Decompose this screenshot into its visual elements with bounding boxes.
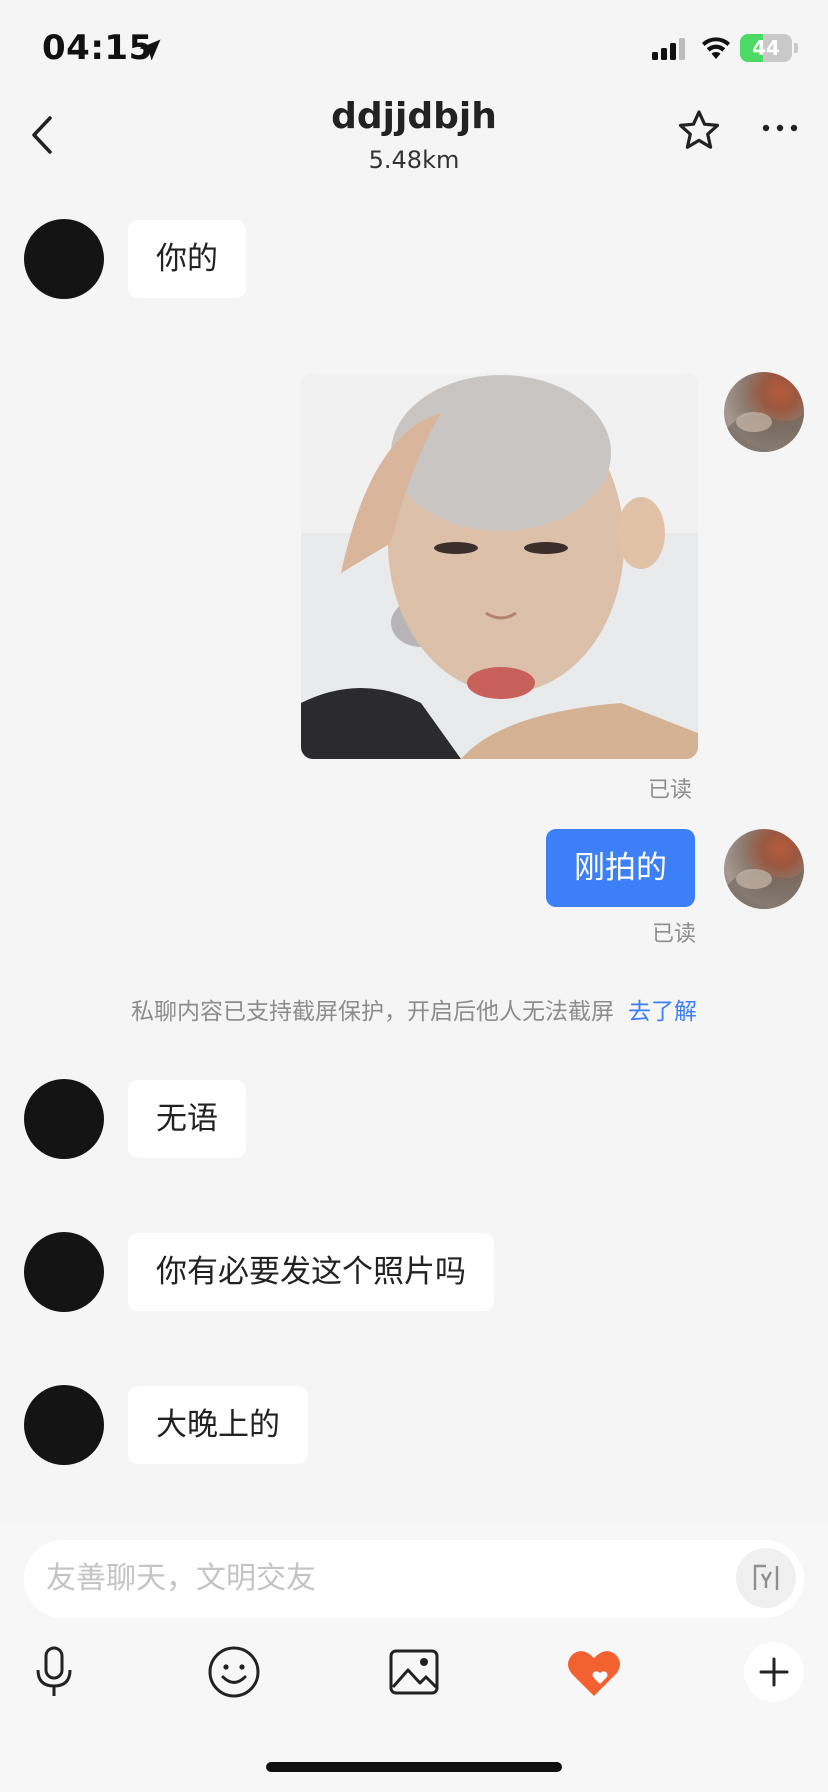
screenshot-protection-notice: 私聊内容已支持截屏保护，开启后他人无法截屏 去了解 [0,992,828,1026]
message-bubble-outgoing[interactable]: 刚拍的 [546,829,695,907]
message-photo[interactable] [301,373,698,759]
wifi-icon [702,37,730,59]
contact-avatar[interactable] [24,1079,104,1159]
message-bubble-incoming[interactable]: 无语 [128,1080,246,1158]
my-avatar[interactable] [724,829,804,909]
more-icon[interactable] [760,118,800,138]
message-bubble-incoming[interactable]: 你的 [128,220,246,298]
contact-avatar[interactable] [24,219,104,299]
chat-header: ddjjdbjh 5.48km [0,90,828,180]
input-bar: 友善聊天，文明交友 [0,1524,828,1792]
message-bubble-incoming[interactable]: 你有必要发这个照片吗 [128,1233,494,1311]
location-arrow-icon [139,39,161,61]
star-icon[interactable] [676,108,722,154]
notice-learn-more-link[interactable]: 去了解 [628,999,697,1025]
avatar-image [724,869,804,909]
signal-icon [652,38,685,60]
battery-indicator: 44 [740,34,792,62]
contact-avatar[interactable] [24,1385,104,1465]
status-bar: 04:15 44 [0,0,828,100]
read-status: 已读 [652,922,697,947]
my-avatar[interactable] [724,372,804,452]
microphone-icon[interactable] [24,1642,84,1702]
battery-cap [794,43,798,53]
plus-icon [759,1657,789,1687]
photo-content [301,373,698,759]
heart-icon[interactable] [564,1642,624,1702]
flash-button[interactable] [736,1548,796,1608]
avatar-image [724,412,804,452]
flash-icon [753,1564,779,1590]
battery-level: 44 [752,36,780,60]
image-icon[interactable] [384,1642,444,1702]
message-bubble-incoming[interactable]: 大晚上的 [128,1386,308,1464]
message-input[interactable]: 友善聊天，文明交友 [24,1540,804,1618]
notice-text: 私聊内容已支持截屏保护，开启后他人无法截屏 [131,999,614,1025]
home-indicator[interactable] [266,1762,562,1772]
plus-button[interactable] [744,1642,804,1702]
read-status: 已读 [648,778,693,803]
contact-avatar[interactable] [24,1232,104,1312]
input-placeholder: 友善聊天，文明交友 [46,1561,316,1596]
emoji-icon[interactable] [204,1642,264,1702]
